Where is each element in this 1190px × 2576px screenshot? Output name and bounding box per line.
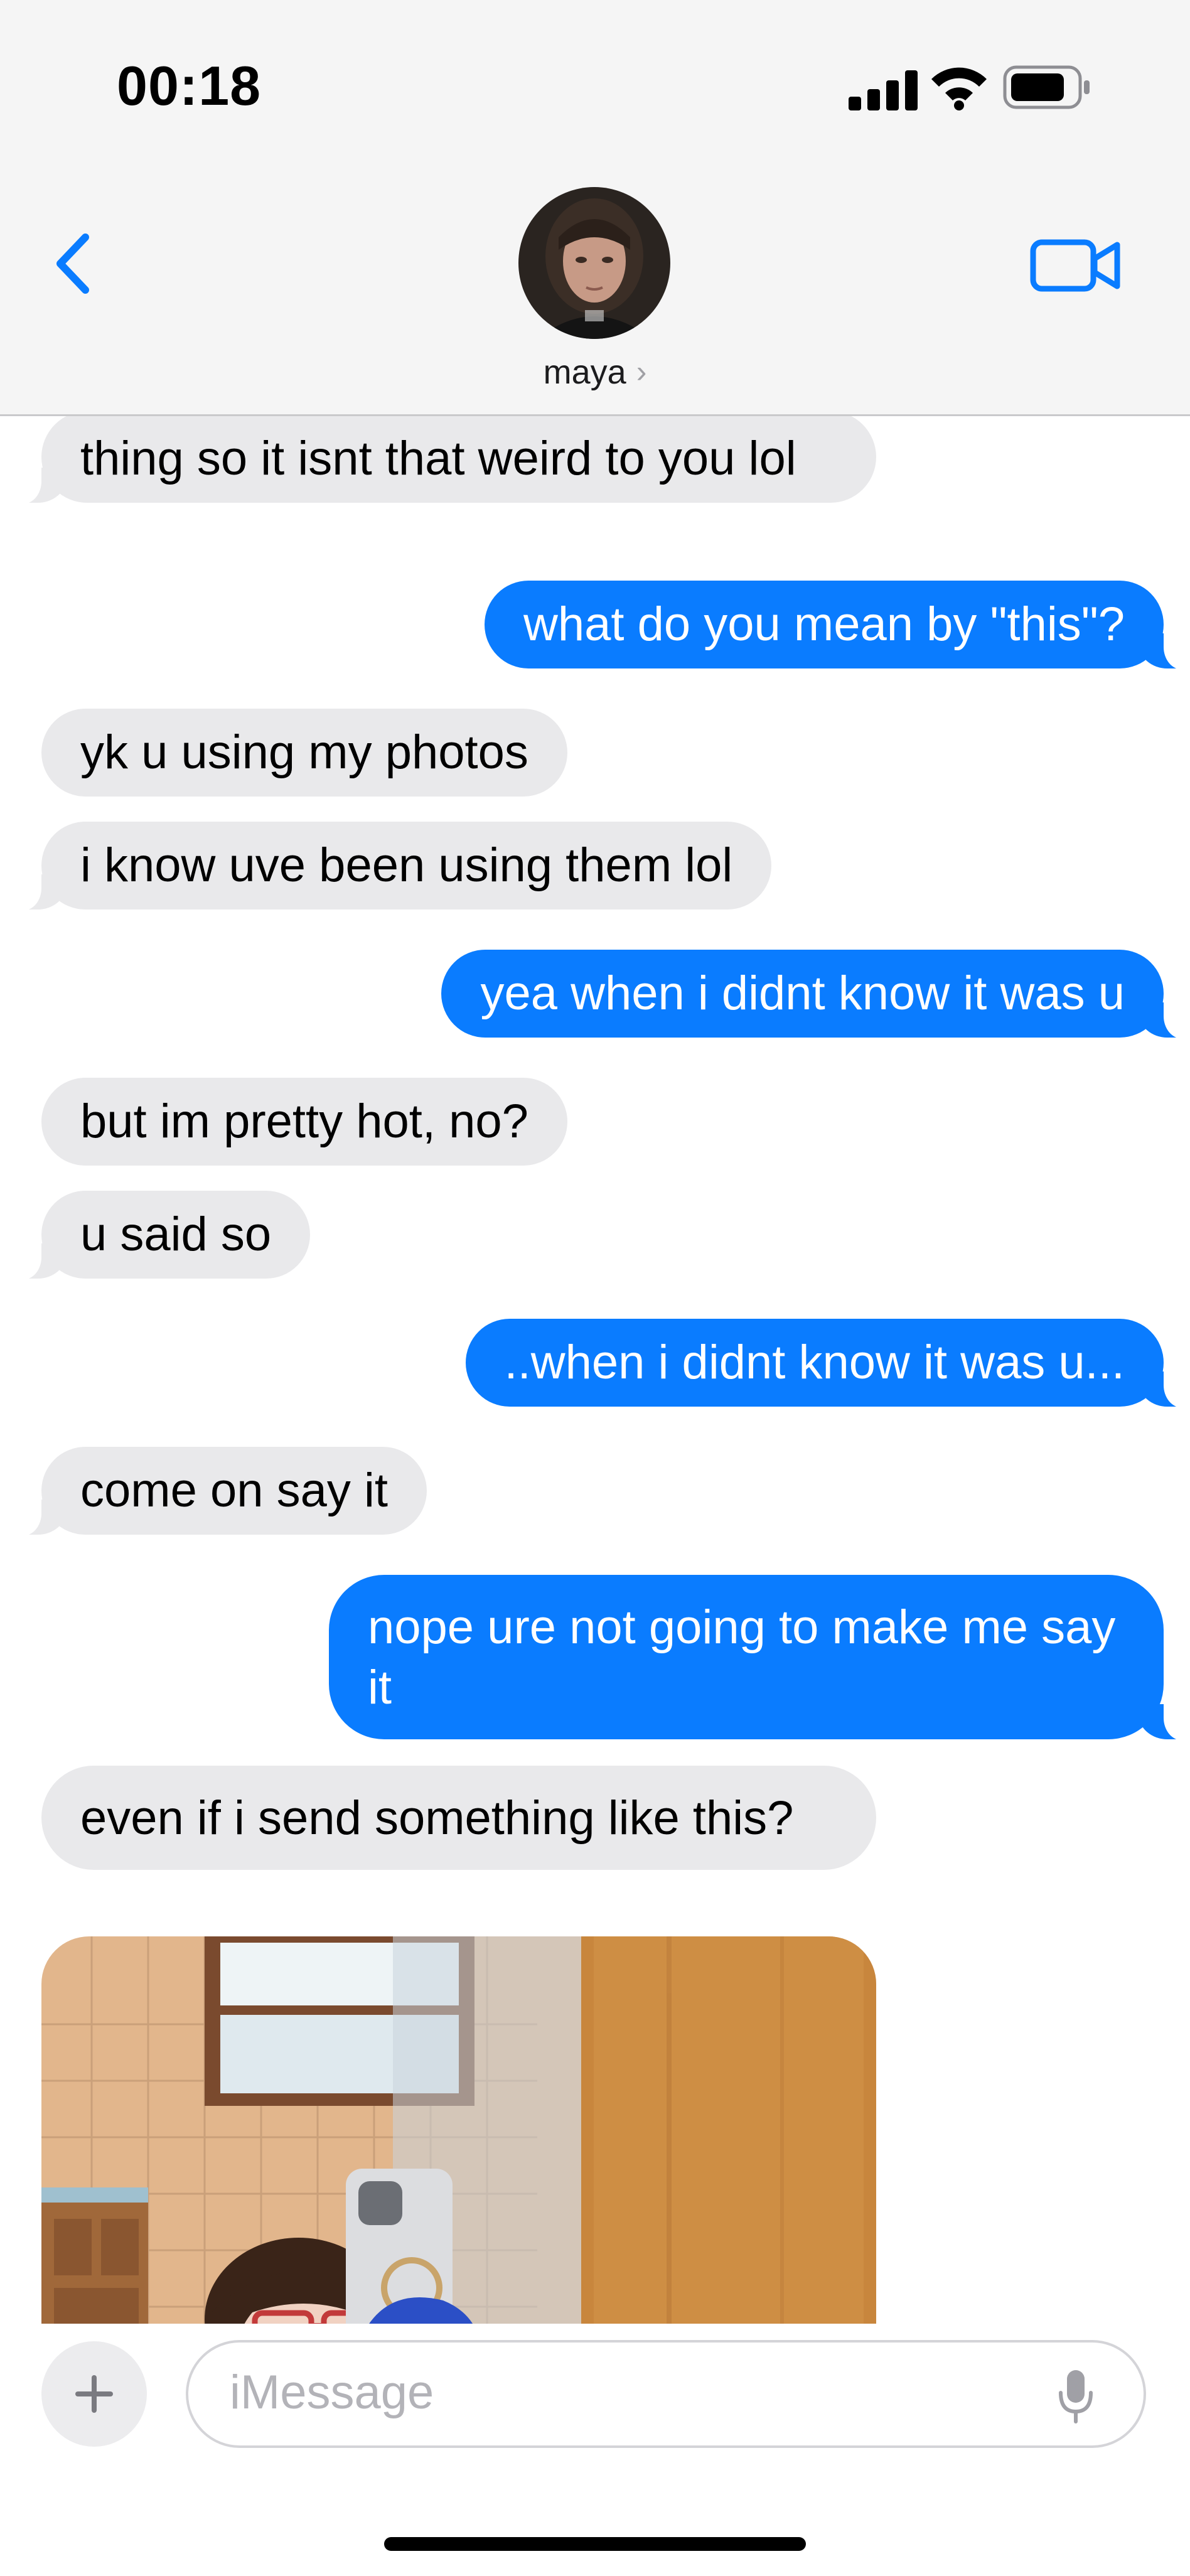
incoming-message[interactable]: come on say it [9, 1447, 427, 1536]
message-text: even if i send something like this? [80, 1791, 794, 1845]
microphone-icon[interactable] [1056, 2368, 1096, 2425]
cellular-signal-icon [849, 70, 918, 110]
message-text: yea when i didnt know it was u [480, 967, 1125, 1020]
incoming-message[interactable]: yk u using my photos [41, 709, 567, 797]
outgoing-message[interactable]: what do you mean by "this"? [484, 581, 1190, 670]
message-input-placeholder: iMessage [230, 2366, 434, 2419]
back-button[interactable] [44, 226, 107, 301]
message-text: yk u using my photos [80, 726, 528, 779]
video-camera-icon [1030, 239, 1120, 292]
video-call-button[interactable] [1029, 233, 1123, 296]
conversation-header: 00:18 maya › [0, 0, 1190, 416]
status-time: 00:18 [117, 55, 262, 117]
message-text: nope ure not going to make me say it [368, 1601, 1116, 1714]
contact-name: maya [543, 353, 626, 391]
message-text: what do you mean by "this"? [523, 598, 1125, 651]
messages-screen: 00:18 maya › thing so it isnt that weird… [0, 0, 1190, 2576]
incoming-message[interactable]: i know uve been using them lol [8, 822, 772, 911]
photo-message[interactable] [41, 1936, 876, 2376]
incoming-message[interactable]: but im pretty hot, no? [41, 1078, 567, 1166]
outgoing-message[interactable]: yea when i didnt know it was u [441, 950, 1190, 1039]
message-text: but im pretty hot, no? [80, 1095, 528, 1148]
message-text: thing so it isnt that weird to you lol [80, 432, 796, 485]
mirror-selfie-photo [41, 1936, 876, 2376]
plus-icon[interactable] [41, 2341, 147, 2447]
contact-avatar[interactable] [518, 187, 670, 339]
home-indicator [384, 2537, 806, 2551]
incoming-message[interactable]: even if i send something like this? [41, 1766, 876, 1870]
avatar-photo [518, 187, 670, 339]
message-text: i know uve been using them lol [80, 839, 733, 892]
message-text: ..when i didnt know it was u... [504, 1336, 1125, 1389]
incoming-message[interactable]: thing so it isnt that weird to you lol [9, 416, 876, 504]
battery-icon [1003, 65, 1090, 109]
message-text: u said so [80, 1208, 272, 1261]
message-text: come on say it [80, 1464, 388, 1517]
wifi-icon [931, 67, 987, 110]
chevron-left-icon [56, 233, 89, 294]
outgoing-message[interactable]: nope ure not going to make me say it [329, 1575, 1190, 1741]
contact-name-button[interactable]: maya › [0, 353, 1190, 392]
outgoing-message[interactable]: ..when i didnt know it was u... [465, 1319, 1190, 1408]
message-input[interactable]: iMessage [186, 2340, 1146, 2448]
compose-bar: iMessage [0, 2324, 1190, 2576]
chevron-right-icon: › [636, 354, 647, 389]
incoming-message[interactable]: u said so [8, 1191, 311, 1280]
